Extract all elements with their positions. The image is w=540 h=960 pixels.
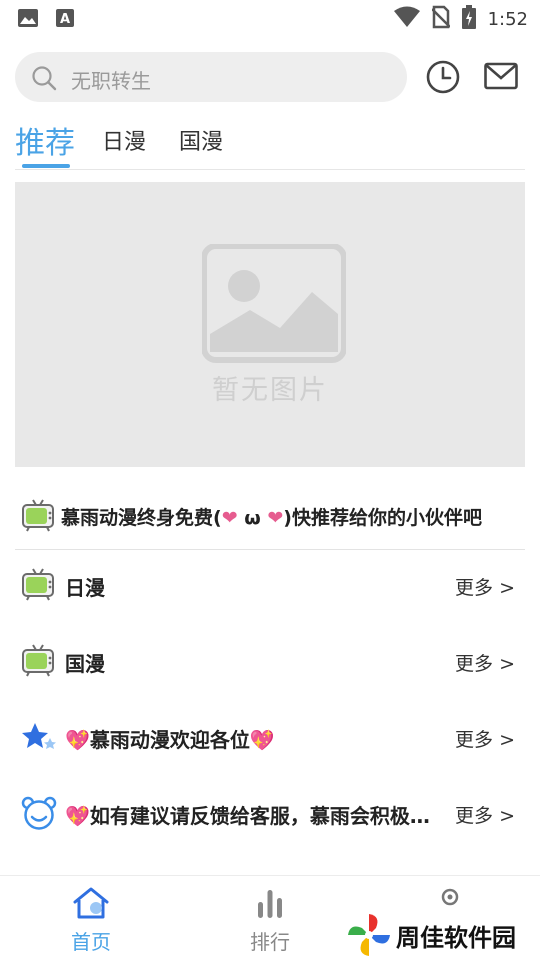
clock-time: 1:52: [487, 8, 528, 30]
more-link[interactable]: 更多 >: [455, 649, 515, 676]
nav-rank[interactable]: 排行: [243, 886, 297, 955]
tab-recommend[interactable]: 推荐: [15, 118, 75, 162]
tv-icon: [21, 499, 55, 537]
section-title: 💖如有建议请反馈给客服，慕雨会积极改进: [65, 804, 445, 828]
section-chinese-anime[interactable]: 国漫 更多 >: [15, 632, 525, 692]
svg-text:A: A: [60, 12, 70, 27]
bear-icon: [21, 796, 57, 834]
heart-icon: ❤: [221, 507, 238, 529]
banner-carousel[interactable]: 暂无图片: [15, 182, 525, 467]
history-clock-icon[interactable]: [425, 59, 461, 99]
search-input[interactable]: 无职转生: [15, 52, 407, 102]
notice-bar[interactable]: 慕雨动漫终身免费(❤ ω ❤)快推荐给你的小伙伴吧: [15, 492, 525, 550]
status-notifications: A: [18, 9, 74, 31]
active-tab-indicator: [22, 164, 70, 168]
tab-japanese-anime[interactable]: 日漫: [102, 124, 146, 156]
more-link[interactable]: 更多 >: [455, 573, 515, 600]
search-icon: [31, 65, 57, 95]
search-row: 无职转生: [15, 52, 525, 102]
pinwheel-logo-icon: [346, 912, 392, 960]
section-title: 💖慕雨动漫欢迎各位💖: [65, 728, 275, 752]
section-title: 日漫: [65, 576, 105, 600]
mail-icon[interactable]: [484, 62, 518, 94]
section-welcome[interactable]: 💖慕雨动漫欢迎各位💖 更多 >: [15, 708, 525, 768]
tv-icon: [21, 644, 55, 682]
wifi-icon: [393, 6, 420, 32]
image-notification-icon: [18, 9, 38, 31]
more-link[interactable]: 更多 >: [455, 801, 515, 828]
status-system: 1:52: [393, 5, 528, 33]
watermark: 周佳软件园: [346, 908, 540, 960]
more-link[interactable]: 更多 >: [455, 725, 515, 752]
home-icon: [72, 887, 110, 924]
battery-charging-icon: [461, 5, 476, 33]
tv-icon: [21, 568, 55, 606]
nav-home[interactable]: 首页: [64, 886, 118, 955]
search-placeholder: 无职转生: [71, 69, 151, 93]
nav-rank-label: 排行: [250, 930, 290, 954]
heart-icon: ❤: [267, 507, 284, 529]
image-placeholder-icon: [201, 243, 347, 364]
tab-chinese-anime[interactable]: 国漫: [179, 124, 223, 156]
no-image-text: 暂无图片: [212, 375, 328, 406]
star-icon: [21, 720, 59, 758]
no-sim-icon: [430, 5, 451, 33]
nav-home-label: 首页: [71, 930, 111, 954]
text-notification-icon: A: [56, 9, 74, 31]
section-japanese-anime[interactable]: 日漫 更多 >: [15, 556, 525, 616]
rank-icon: [252, 890, 288, 924]
notice-text: 慕雨动漫终身免费(❤ ω ❤)快推荐给你的小伙伴吧: [61, 507, 482, 529]
section-title: 国漫: [65, 652, 105, 676]
section-feedback[interactable]: 💖如有建议请反馈给客服，慕雨会积极改进 更多 >: [15, 784, 525, 844]
status-bar: A 1:52: [0, 0, 540, 36]
category-tabs: 推荐 日漫 国漫: [15, 118, 525, 170]
watermark-text: 周佳软件园: [396, 924, 516, 952]
